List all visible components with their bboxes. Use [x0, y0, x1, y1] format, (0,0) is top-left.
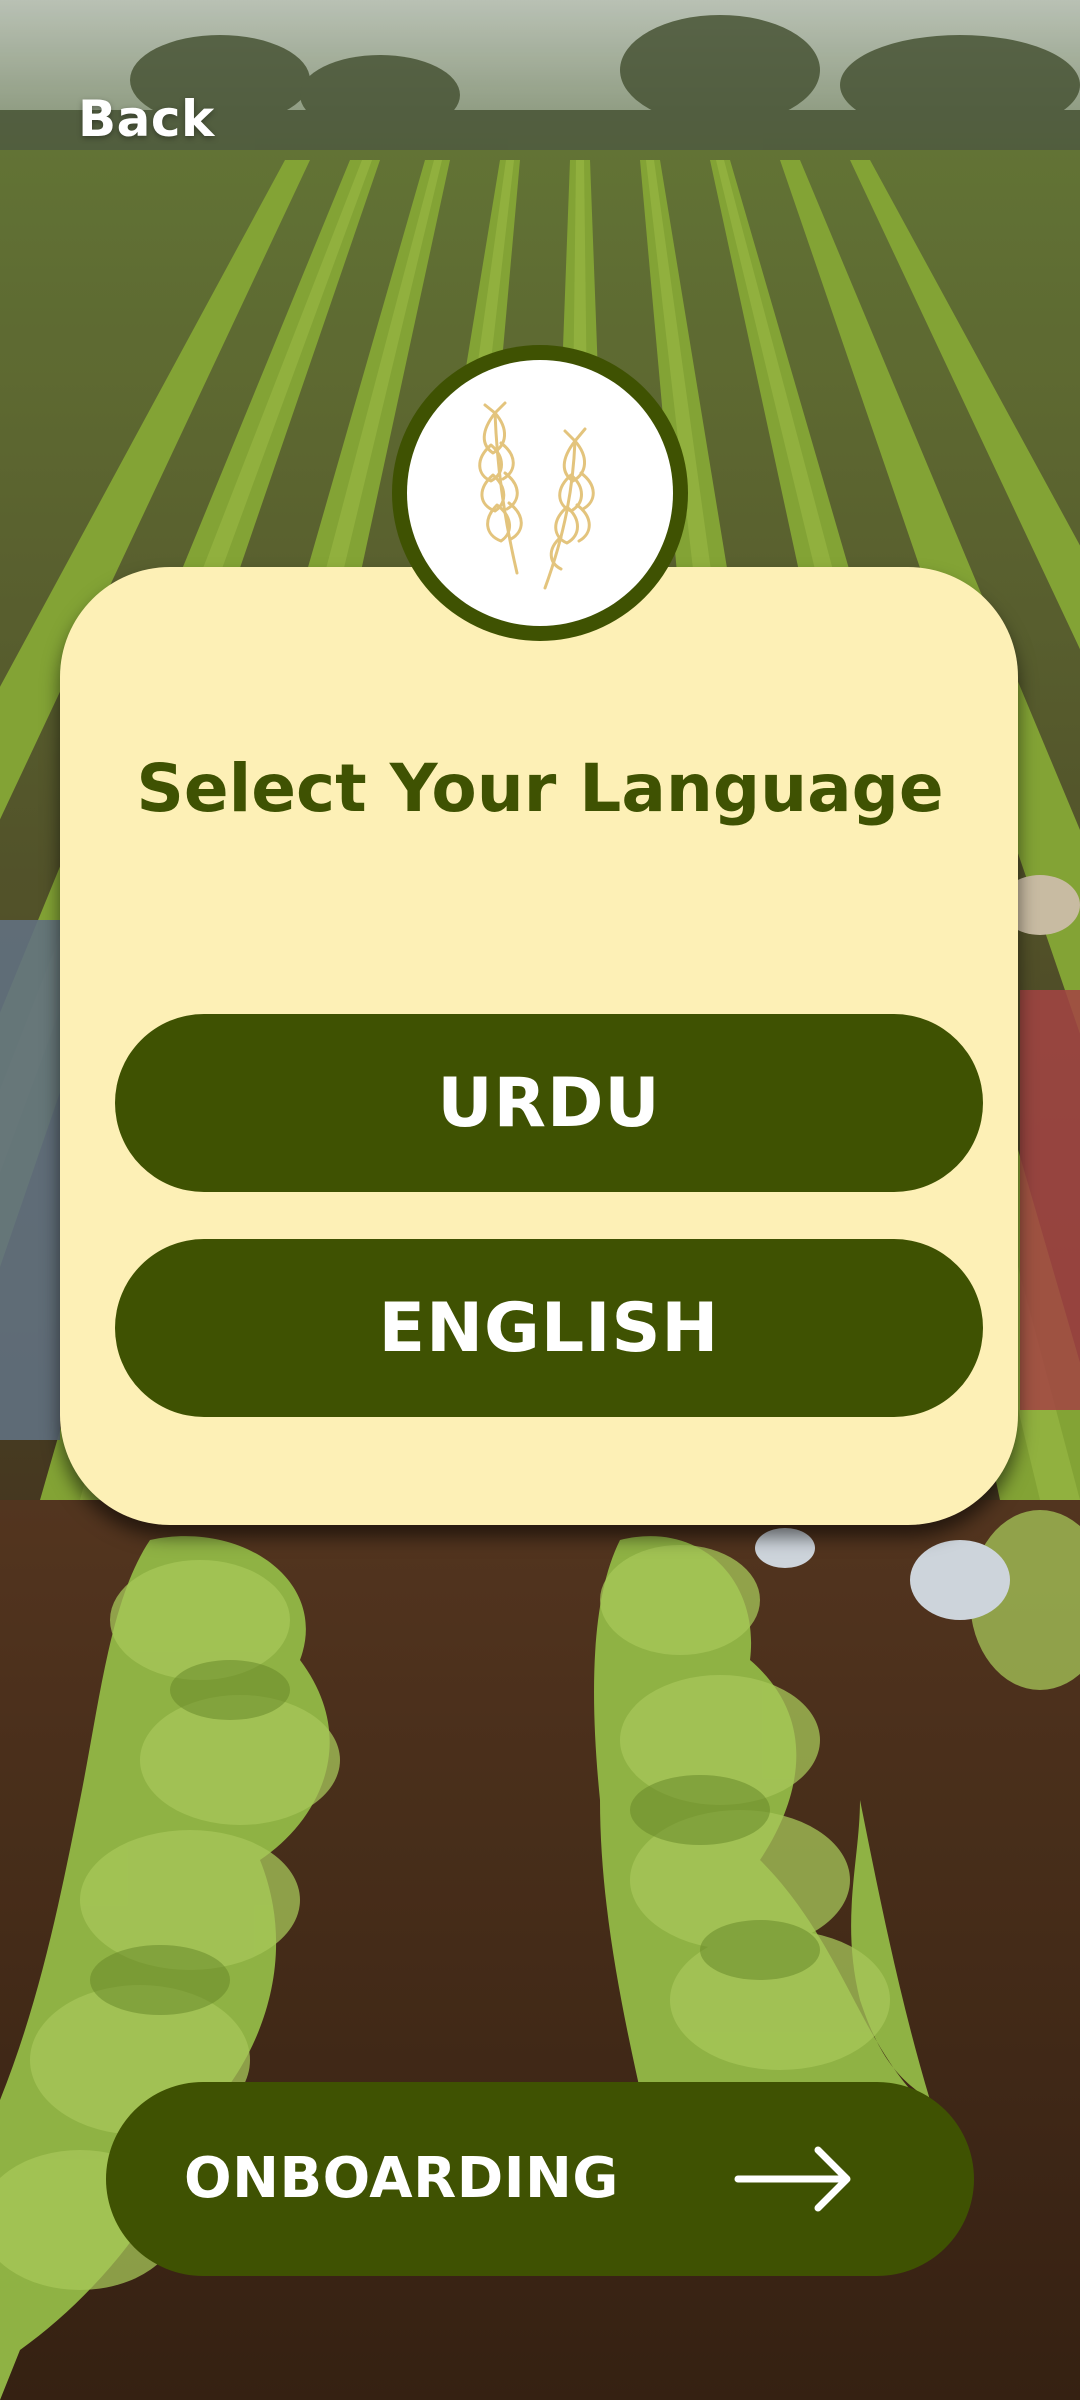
page-title: Select Your Language — [136, 750, 944, 827]
urdu-language-button[interactable]: URDU — [115, 1014, 983, 1192]
onboarding-label: ONBOARDING — [184, 2146, 619, 2211]
logo-circle — [407, 360, 673, 626]
back-button[interactable]: Back — [78, 90, 215, 148]
wheat-icon — [478, 401, 595, 590]
onboarding-button[interactable]: ONBOARDING — [106, 2082, 974, 2276]
arrow-right-icon — [734, 2146, 851, 2212]
english-language-button[interactable]: ENGLISH — [115, 1239, 983, 1417]
logo-badge — [392, 345, 688, 641]
language-select-screen: Back Select Your Language URDU ENGLISH O… — [0, 0, 1080, 2400]
